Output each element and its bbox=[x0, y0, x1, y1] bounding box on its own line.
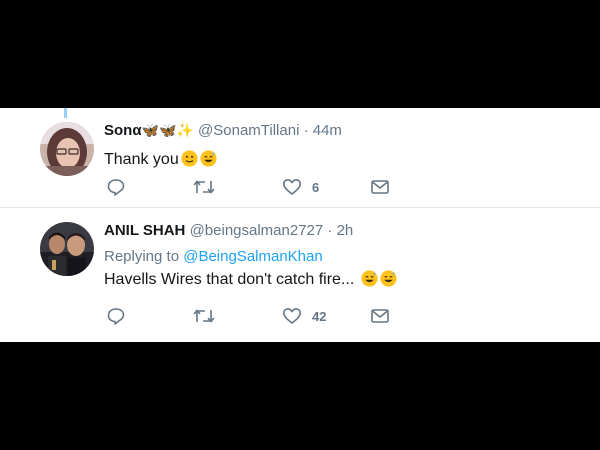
tweet-text: Thank you bbox=[104, 150, 217, 170]
sweat-smile-icon bbox=[380, 270, 397, 287]
display-name[interactable]: Sonα bbox=[104, 122, 142, 139]
direct-message-button[interactable] bbox=[370, 177, 390, 197]
retweet-icon bbox=[193, 180, 215, 194]
tweet-text-content: Havells Wires that don't catch fire... bbox=[104, 271, 355, 288]
tweet-actions: 6 bbox=[104, 177, 404, 199]
separator-dot: · bbox=[327, 222, 333, 239]
heart-icon bbox=[283, 179, 301, 195]
like-count: 42 bbox=[312, 308, 327, 324]
tweet-header: ANIL SHAH @beingsalman2727 · 2h bbox=[104, 222, 353, 240]
replying-to-line: Replying to @BeingSalmanKhan bbox=[104, 248, 323, 265]
sweat-smile-icon bbox=[361, 270, 378, 287]
display-name[interactable]: ANIL SHAH bbox=[104, 222, 185, 239]
tweet-item[interactable]: Sonα🦋🦋✨ @SonamTillani · 44m Thank you 6 bbox=[0, 108, 600, 207]
reply-button[interactable] bbox=[106, 306, 126, 326]
like-button[interactable]: 6 bbox=[282, 177, 319, 197]
envelope-icon bbox=[371, 309, 389, 323]
tweet-text-content: Thank you bbox=[104, 151, 179, 168]
retweet-icon bbox=[193, 309, 215, 323]
timestamp[interactable]: 44m bbox=[313, 122, 342, 139]
tweet-header: Sonα🦋🦋✨ @SonamTillani · 44m bbox=[104, 122, 342, 140]
like-count: 6 bbox=[312, 179, 320, 195]
tweet-actions: 42 bbox=[104, 306, 404, 328]
replying-to-mention-link[interactable]: @BeingSalmanKhan bbox=[183, 248, 322, 265]
reply-icon bbox=[107, 308, 125, 325]
tweet-text: Havells Wires that don't catch fire... bbox=[104, 270, 397, 290]
retweet-button[interactable] bbox=[192, 306, 216, 326]
heart-icon bbox=[283, 308, 301, 324]
timestamp[interactable]: 2h bbox=[337, 222, 354, 239]
reply-icon bbox=[107, 179, 125, 196]
sweat-smile-icon bbox=[200, 150, 217, 167]
direct-message-button[interactable] bbox=[370, 306, 390, 326]
tweet-thread-panel: Sonα🦋🦋✨ @SonamTillani · 44m Thank you 6 bbox=[0, 108, 600, 342]
envelope-icon bbox=[371, 180, 389, 194]
user-handle[interactable]: @beingsalman2727 bbox=[190, 222, 324, 239]
separator-dot: · bbox=[303, 122, 309, 139]
replying-to-label: Replying to bbox=[104, 248, 180, 265]
tweet-item[interactable]: ANIL SHAH @beingsalman2727 · 2h Replying… bbox=[0, 208, 600, 342]
name-emoji: 🦋🦋✨ bbox=[141, 123, 194, 139]
user-handle[interactable]: @SonamTillani bbox=[198, 122, 299, 139]
avatar[interactable] bbox=[40, 122, 94, 176]
retweet-button[interactable] bbox=[192, 177, 216, 197]
like-button[interactable]: 42 bbox=[282, 306, 326, 326]
avatar[interactable] bbox=[40, 222, 94, 276]
slight-smile-icon bbox=[181, 150, 198, 167]
reply-button[interactable] bbox=[106, 177, 126, 197]
